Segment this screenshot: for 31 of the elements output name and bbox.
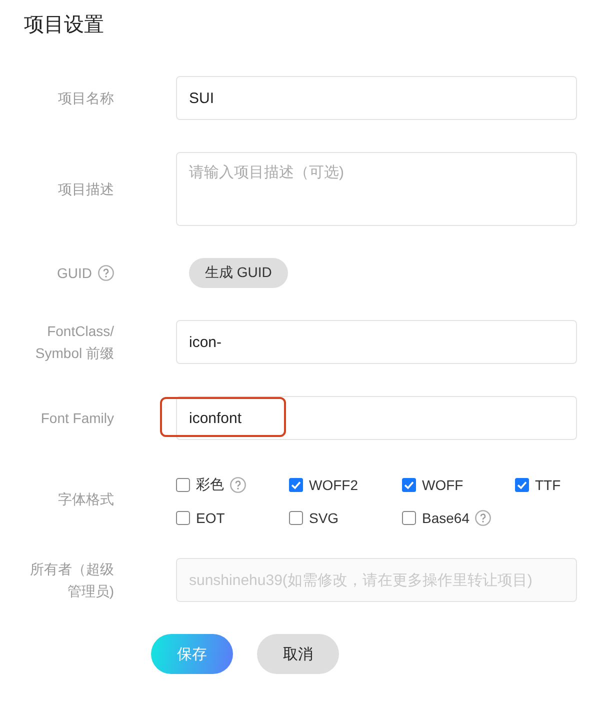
text-field[interactable]: SUI bbox=[176, 76, 577, 120]
cancel-button[interactable]: 取消 bbox=[257, 634, 339, 674]
field-label: Font Family bbox=[40, 409, 114, 428]
checkbox-checked[interactable] bbox=[515, 478, 529, 492]
checkbox[interactable] bbox=[176, 478, 190, 492]
checkbox-label[interactable]: Base64 bbox=[422, 510, 470, 526]
field-label: 项目描述 bbox=[58, 180, 114, 199]
checkbox-label[interactable]: WOFF2 bbox=[309, 477, 358, 493]
page-title: 项目设置 bbox=[24, 13, 105, 38]
description-field[interactable]: 请输入项目描述（可选) bbox=[176, 152, 577, 226]
field-label: GUID bbox=[57, 264, 92, 283]
field-label: 项目名称 bbox=[58, 89, 114, 108]
help-icon[interactable] bbox=[475, 510, 492, 526]
text-field[interactable]: iconfont bbox=[176, 396, 577, 440]
checkbox-label[interactable]: EOT bbox=[196, 510, 225, 526]
text-field[interactable]: icon- bbox=[176, 320, 577, 364]
checkbox-checked[interactable] bbox=[289, 478, 303, 492]
checkbox-checked[interactable] bbox=[402, 478, 416, 492]
generate-guid-button[interactable]: 生成 GUID bbox=[189, 258, 288, 288]
help-icon[interactable] bbox=[230, 477, 246, 493]
checkbox[interactable] bbox=[176, 511, 190, 525]
checkbox-label[interactable]: SVG bbox=[309, 510, 339, 526]
checkbox-label[interactable]: WOFF bbox=[422, 477, 464, 493]
checkbox[interactable] bbox=[289, 511, 303, 525]
field-label: FontClass/ Symbol 前缀 bbox=[34, 322, 114, 363]
field-label: 字体格式 bbox=[58, 490, 114, 509]
field-label: 所有者（超级管理员) bbox=[29, 560, 114, 601]
help-icon[interactable] bbox=[98, 265, 114, 281]
checkbox-label[interactable]: 彩色 bbox=[196, 476, 224, 494]
checkbox[interactable] bbox=[402, 511, 416, 525]
checkbox-label[interactable]: TTF bbox=[535, 477, 561, 493]
